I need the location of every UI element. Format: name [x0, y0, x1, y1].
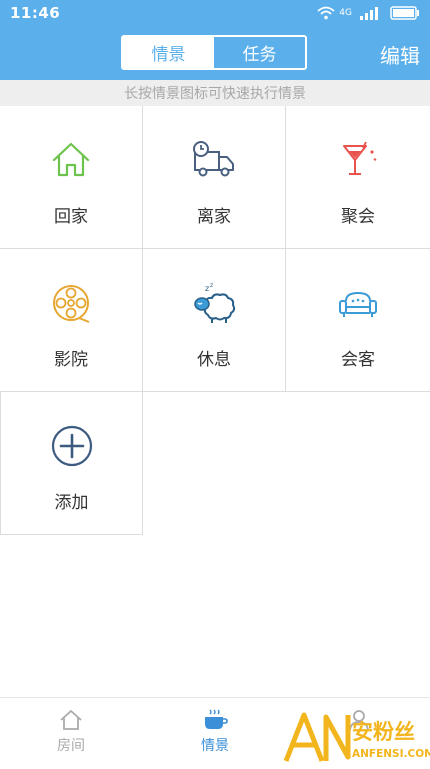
scene-label: 回家 [54, 207, 88, 227]
battery-icon [390, 6, 419, 20]
network-type: 4G [339, 8, 352, 18]
scene-label: 会客 [341, 350, 375, 370]
house-icon [60, 710, 82, 730]
scene-label: 离家 [197, 207, 231, 227]
scene-home[interactable]: 回家 [0, 106, 143, 249]
nav-rooms[interactable]: 房间 [26, 708, 116, 755]
status-icons: 4G [317, 4, 420, 22]
nav-label: 房间 [57, 738, 85, 754]
scene-rest[interactable]: z z 休息 [143, 249, 286, 392]
scene-label: 添加 [54, 493, 89, 513]
segment-control: 情景 任务 [121, 35, 307, 70]
sofa-icon [339, 291, 377, 317]
scene-leave-home[interactable]: 离家 [143, 106, 286, 249]
watermark-logo: 安粉丝 ANFENSI.COM [283, 712, 430, 762]
cocktail-icon [343, 141, 377, 175]
tab-scenes[interactable]: 情景 [123, 37, 214, 68]
scene-party[interactable]: 聚会 [286, 106, 430, 249]
watermark: 安粉丝 ANFENSI.COM [282, 707, 430, 765]
home-icon [52, 142, 90, 177]
scene-label: 聚会 [341, 207, 375, 227]
signal-icon [360, 7, 378, 20]
scene-guests[interactable]: 会客 [286, 249, 430, 392]
status-bar: 11:46 4G [0, 0, 430, 28]
watermark-brand: 安粉丝 [352, 720, 415, 744]
scene-cinema[interactable]: 影院 [0, 249, 143, 392]
svg-text:z: z [210, 282, 213, 289]
wifi-icon [317, 6, 335, 20]
watermark-domain: ANFENSI.COM [352, 748, 430, 760]
scene-label: 休息 [197, 350, 231, 370]
truck-clock-icon [193, 141, 234, 177]
film-reel-icon [53, 285, 90, 323]
tab-tasks[interactable]: 任务 [214, 37, 305, 68]
sleeping-sheep-icon: z z [194, 282, 236, 323]
svg-text:z: z [205, 284, 209, 293]
coffee-cup-icon [205, 709, 228, 729]
edit-button[interactable]: 编辑 [380, 40, 420, 69]
nav-label: 情景 [201, 738, 229, 754]
hint-text: 长按情景图标可快速执行情景 [0, 80, 430, 106]
scene-add[interactable]: 添加 [0, 392, 143, 535]
scene-label: 影院 [54, 350, 88, 370]
status-time: 11:46 [10, 4, 61, 22]
top-header: 11:46 4G 情景 任务 编辑 [0, 0, 430, 80]
nav-scenes[interactable]: 情景 [170, 708, 260, 755]
add-circle-icon [51, 425, 92, 467]
